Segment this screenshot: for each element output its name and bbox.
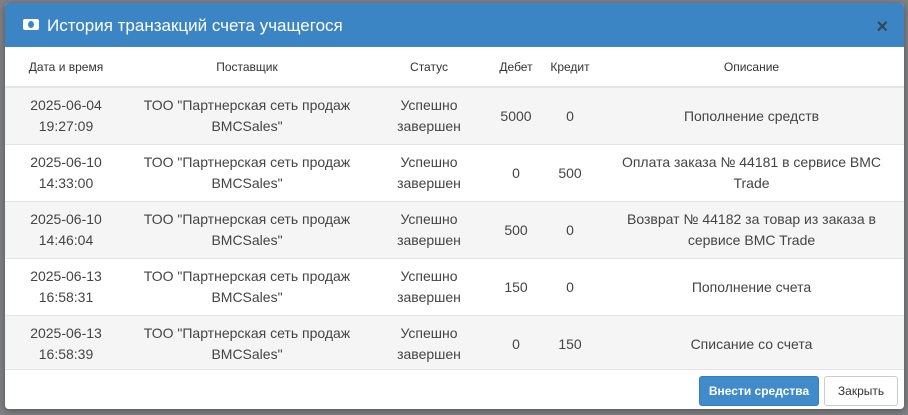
cell-debit: 500 (491, 201, 541, 259)
table-row: 2025-06-04 19:27:09 ТОО "Партнерская сет… (5, 86, 904, 145)
modal-footer: Внести средства Закрыть (5, 369, 904, 409)
column-header-status: Статус (367, 47, 491, 88)
cell-credit: 0 (541, 201, 599, 259)
cell-description: Списание со счета (599, 315, 904, 372)
cell-supplier: ТОО "Партнерская сеть продаж BMCSales" (127, 258, 367, 316)
cell-credit: 500 (541, 144, 599, 202)
close-icon[interactable]: × (876, 17, 888, 37)
cell-datetime: 2025-06-04 19:27:09 (5, 86, 127, 145)
table-header-row: Дата и время Поставщик Статус Дебет Кред… (5, 47, 904, 88)
cell-status: Успешно завершен (367, 144, 491, 202)
cell-datetime: 2025-06-10 14:33:00 (5, 144, 127, 202)
cell-status: Успешно завершен (367, 86, 491, 145)
cell-debit: 5000 (491, 86, 541, 145)
modal-title: История транзакций счета учащегося (47, 16, 343, 35)
cell-debit: 0 (491, 144, 541, 202)
cell-supplier: ТОО "Партнерская сеть продаж BMCSales" (127, 86, 367, 145)
cell-description: Пополнение средств (599, 86, 904, 145)
cell-description: Пополнение счета (599, 258, 904, 316)
deposit-funds-button[interactable]: Внести средства (699, 376, 819, 406)
cell-datetime: 2025-06-10 14:46:04 (5, 201, 127, 259)
cell-datetime: 2025-06-13 16:58:31 (5, 258, 127, 316)
table-row: 2025-06-10 14:46:04 ТОО "Партнерская сет… (5, 201, 904, 259)
table-row: 2025-06-13 16:58:39 ТОО "Партнерская сет… (5, 315, 904, 372)
cell-description: Оплата заказа № 44181 в сервисе BMC Trad… (599, 144, 904, 202)
cell-description: Возврат № 44182 за товар из заказа в сер… (599, 201, 904, 259)
column-header-credit: Кредит (541, 47, 599, 88)
cell-credit: 0 (541, 258, 599, 316)
modal-header: История транзакций счета учащегося × (5, 3, 904, 47)
transactions-table: Дата и время Поставщик Статус Дебет Кред… (5, 47, 904, 372)
column-header-description: Описание (599, 47, 904, 88)
money-icon (23, 19, 39, 30)
cell-supplier: ТОО "Партнерская сеть продаж BMCSales" (127, 201, 367, 259)
column-header-datetime: Дата и время (5, 47, 127, 88)
transaction-history-modal: История транзакций счета учащегося × Дат… (5, 3, 904, 409)
cell-credit: 150 (541, 315, 599, 372)
cell-debit: 0 (491, 315, 541, 372)
column-header-debit: Дебет (491, 47, 541, 88)
cell-status: Успешно завершен (367, 201, 491, 259)
cell-supplier: ТОО "Партнерская сеть продаж BMCSales" (127, 144, 367, 202)
column-header-supplier: Поставщик (127, 47, 367, 88)
cell-status: Успешно завершен (367, 258, 491, 316)
table-row: 2025-06-13 16:58:31 ТОО "Партнерская сет… (5, 258, 904, 316)
cell-debit: 150 (491, 258, 541, 316)
cell-credit: 0 (541, 86, 599, 145)
close-button[interactable]: Закрыть (824, 376, 898, 406)
cell-supplier: ТОО "Партнерская сеть продаж BMCSales" (127, 315, 367, 372)
cell-status: Успешно завершен (367, 315, 491, 372)
cell-datetime: 2025-06-13 16:58:39 (5, 315, 127, 372)
table-row: 2025-06-10 14:33:00 ТОО "Партнерская сет… (5, 144, 904, 202)
